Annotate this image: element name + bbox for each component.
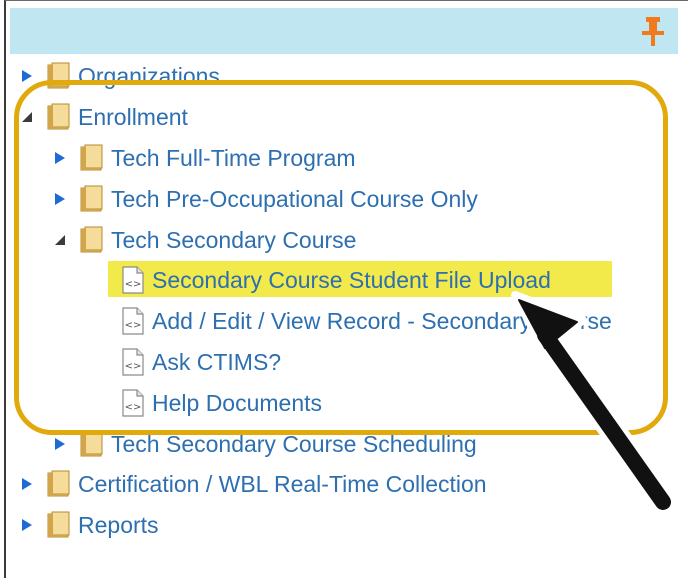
tree-label[interactable]: Tech Full-Time Program	[111, 145, 356, 172]
tree-node-tech-secondary-scheduling[interactable]: Tech Secondary Course Scheduling	[53, 426, 477, 462]
tree-label[interactable]: Ask CTIMS?	[152, 349, 281, 376]
tree-label[interactable]: Certification / WBL Real-Time Collection	[78, 471, 487, 498]
expand-arrow-icon[interactable]	[20, 477, 34, 491]
tree-node-help-documents[interactable]: <> Help Documents	[120, 385, 322, 421]
document-icon: <>	[122, 389, 144, 417]
expand-arrow-icon[interactable]	[53, 192, 67, 206]
tree-node-tech-full-time[interactable]: Tech Full-Time Program	[53, 140, 356, 176]
tree-label[interactable]: Reports	[78, 512, 159, 539]
folder-icon	[47, 470, 70, 497]
folder-icon	[80, 144, 103, 171]
document-icon: <>	[122, 348, 144, 376]
tree-node-enrollment[interactable]: Enrollment	[20, 99, 188, 135]
tree-label[interactable]: Enrollment	[78, 104, 188, 131]
tree-node-secondary-upload[interactable]: <> Secondary Course Student File Upload	[120, 262, 551, 298]
tree-node-tech-pre-occupational[interactable]: Tech Pre-Occupational Course Only	[53, 181, 478, 217]
tree-node-ask-ctims[interactable]: <> Ask CTIMS?	[120, 344, 281, 380]
expand-arrow-icon[interactable]	[20, 518, 34, 532]
tree-label[interactable]: Tech Secondary Course Scheduling	[111, 431, 477, 458]
svg-text:<>: <>	[125, 361, 142, 372]
tree-label[interactable]: Tech Pre-Occupational Course Only	[111, 186, 478, 213]
svg-text:<>: <>	[125, 402, 142, 413]
document-icon: <>	[122, 266, 144, 294]
tree-label[interactable]: Secondary Course Student File Upload	[152, 267, 551, 294]
tree-node-organizations[interactable]: Organizations	[20, 58, 220, 94]
tree-node-reports[interactable]: Reports	[20, 507, 159, 543]
tree-node-certification[interactable]: Certification / WBL Real-Time Collection	[20, 466, 487, 502]
folder-icon	[47, 511, 70, 538]
tree-label[interactable]: Organizations	[78, 63, 220, 90]
expand-arrow-icon[interactable]	[53, 151, 67, 165]
folder-icon	[47, 103, 70, 130]
pointer-arrow-icon	[511, 291, 676, 515]
panel-header	[10, 8, 678, 54]
tree-label[interactable]: Help Documents	[152, 390, 322, 417]
svg-text:<>: <>	[125, 320, 142, 331]
document-icon: <>	[122, 307, 144, 335]
folder-icon	[80, 430, 103, 457]
pin-icon[interactable]	[638, 14, 668, 48]
expand-arrow-icon[interactable]	[20, 69, 34, 83]
collapse-arrow-icon[interactable]	[53, 233, 67, 247]
expand-arrow-icon[interactable]	[53, 437, 67, 451]
tree-label[interactable]: Tech Secondary Course	[111, 227, 356, 254]
folder-icon	[80, 226, 103, 253]
svg-text:<>: <>	[125, 279, 142, 290]
tree-node-tech-secondary[interactable]: Tech Secondary Course	[53, 222, 356, 258]
collapse-arrow-icon[interactable]	[20, 110, 34, 124]
folder-icon	[47, 62, 70, 89]
folder-icon	[80, 185, 103, 212]
